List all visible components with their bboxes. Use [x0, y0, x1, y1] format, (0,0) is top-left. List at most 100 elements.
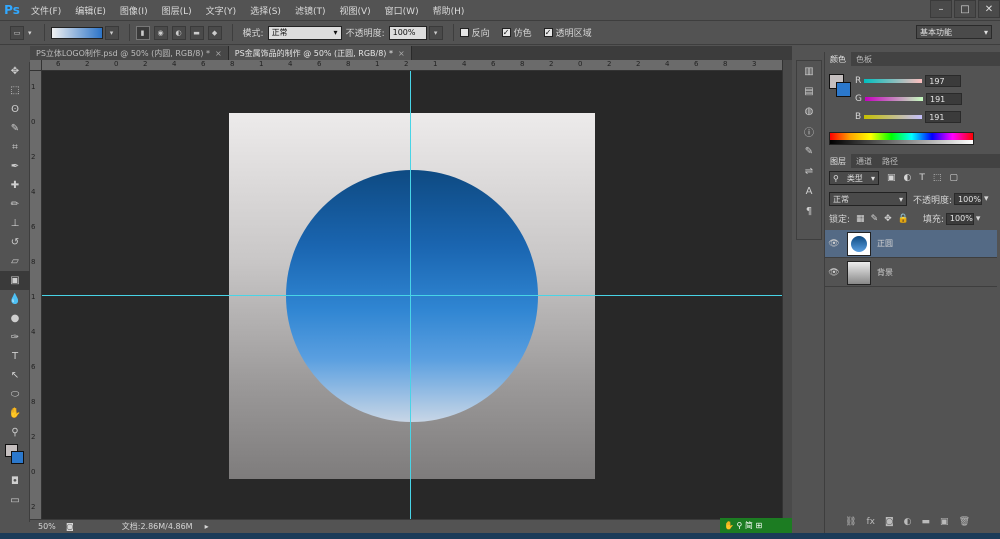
tab-color[interactable]: 颜色 [825, 52, 851, 66]
tab-channels[interactable]: 通道 [851, 154, 877, 168]
fill-input[interactable]: 100% [945, 212, 974, 225]
layer-style-icon[interactable]: fx [866, 517, 875, 527]
tool-preset-icon[interactable]: ▭ [10, 25, 24, 40]
transparency-checkbox[interactable]: ✓ [543, 28, 553, 37]
eraser-tool-icon[interactable]: ▱ [0, 252, 30, 271]
menu-select[interactable]: 选择(S) [243, 4, 288, 17]
adjustment-layer-icon[interactable]: ◐ [904, 517, 912, 527]
type-tool-icon[interactable]: T [0, 347, 30, 366]
background-color-swatch[interactable] [836, 82, 851, 97]
add-mask-icon[interactable]: ◙ [885, 517, 894, 527]
lasso-tool-icon[interactable]: ʘ [0, 100, 30, 119]
type-filter-icon[interactable]: T [919, 173, 925, 183]
quick-mask-icon[interactable]: ◘ [0, 472, 30, 491]
chevron-down-icon[interactable]: ▾ [976, 214, 981, 224]
menu-image[interactable]: 图像(I) [113, 4, 155, 17]
delete-layer-icon[interactable]: 🗑 [959, 517, 970, 527]
menu-edit[interactable]: 编辑(E) [68, 4, 113, 17]
layer-opacity-input[interactable]: 100% [954, 193, 983, 205]
radial-gradient-icon[interactable]: ◉ [153, 25, 168, 40]
lock-transparency-icon[interactable]: ▦ [856, 214, 865, 224]
document-canvas[interactable] [229, 113, 595, 479]
dither-checkbox[interactable]: ✓ [501, 28, 511, 37]
blue-input[interactable]: 191 [925, 111, 962, 123]
tab-logo-document[interactable]: PS立体LOGO制作.psd @ 50% (内圆, RGB/8) * × [30, 46, 229, 60]
blur-tool-icon[interactable]: 💧 [0, 290, 30, 309]
healing-tool-icon[interactable]: ✚ [0, 176, 30, 195]
lock-pixels-icon[interactable]: ✎ [871, 214, 879, 224]
gradient-picker[interactable] [50, 26, 103, 39]
maximize-icon[interactable]: □ [954, 0, 976, 18]
character-panel-icon[interactable]: A [797, 181, 821, 201]
link-layers-icon[interactable]: ⛓ [845, 517, 856, 527]
menu-layer[interactable]: 图层(L) [155, 4, 199, 17]
paragraph-panel-icon[interactable]: ¶ [797, 201, 821, 221]
new-group-icon[interactable]: ▬ [922, 517, 931, 527]
status-info-icon[interactable]: ◙ [66, 522, 74, 531]
menu-filter[interactable]: 滤镜(T) [288, 4, 333, 17]
eye-icon[interactable]: 👁 [825, 239, 843, 249]
chevron-down-icon[interactable]: ▾ [984, 194, 989, 204]
workspace-dropdown[interactable]: 基本功能 ▾ [916, 25, 992, 39]
lock-position-icon[interactable]: ✥ [884, 214, 892, 224]
path-select-tool-icon[interactable]: ↖ [0, 366, 30, 385]
red-input[interactable]: 197 [925, 75, 962, 87]
hand-tool-icon[interactable]: ✋ [0, 404, 30, 423]
tab-metal-document[interactable]: PS金属饰品的制作 @ 50% (正圆, RGB/8) * × [228, 46, 412, 60]
tab-swatches[interactable]: 色板 [851, 52, 877, 66]
eyedropper-tool-icon[interactable]: ✒ [0, 157, 30, 176]
crop-tool-icon[interactable]: ⌗ [0, 138, 30, 157]
minimize-icon[interactable]: – [930, 0, 952, 18]
color-spectrum[interactable] [829, 132, 974, 145]
zoom-tool-icon[interactable]: ⚲ [0, 423, 30, 442]
pen-tool-icon[interactable]: ✑ [0, 328, 30, 347]
reverse-checkbox[interactable] [459, 28, 469, 37]
chevron-down-icon[interactable]: ▾ [28, 29, 32, 37]
smart-object-filter-icon[interactable]: ▢ [949, 173, 958, 183]
reflected-gradient-icon[interactable]: ▬ [189, 25, 204, 40]
linear-gradient-icon[interactable]: ▮ [135, 25, 150, 40]
layer-row[interactable]: 👁 正圆 [825, 230, 997, 258]
brush-tool-icon[interactable]: ✏ [0, 195, 30, 214]
opacity-dropdown-icon[interactable]: ▾ [428, 25, 443, 40]
canvas-area[interactable] [42, 71, 782, 519]
history-brush-icon[interactable]: ↺ [0, 233, 30, 252]
dodge-tool-icon[interactable]: ● [0, 309, 30, 328]
color-swatches[interactable] [0, 442, 30, 472]
close-icon[interactable]: ✕ [978, 0, 1000, 18]
brush-presets-icon[interactable]: ⇌ [797, 161, 821, 181]
layer-row[interactable]: 👁 背景 [825, 259, 997, 287]
menu-file[interactable]: 文件(F) [24, 4, 68, 17]
gradient-dropdown-icon[interactable]: ▾ [104, 25, 119, 40]
brush-panel-icon[interactable]: ✎ [797, 141, 821, 161]
marquee-tool-icon[interactable]: ⬚ [0, 81, 30, 100]
shape-tool-icon[interactable]: ⬭ [0, 385, 30, 404]
zoom-level[interactable]: 50% [38, 522, 66, 531]
screen-mode-icon[interactable]: ▭ [0, 491, 30, 510]
angle-gradient-icon[interactable]: ◐ [171, 25, 186, 40]
menu-window[interactable]: 窗口(W) [378, 4, 426, 17]
move-tool-icon[interactable]: ✥ [0, 62, 30, 81]
gradient-tool-icon[interactable]: ▣ [0, 271, 30, 290]
vertical-ruler[interactable]: 1 0 2 4 6 8 1 4 6 8 2 0 2 [30, 71, 42, 519]
vertical-scrollbar[interactable] [782, 60, 792, 519]
pixel-filter-icon[interactable]: ▣ [887, 173, 896, 183]
layer-filter-dropdown[interactable]: ⚲ 类型 ▾ [829, 171, 879, 185]
stamp-tool-icon[interactable]: ⊥ [0, 214, 30, 233]
menu-help[interactable]: 帮助(H) [426, 4, 472, 17]
red-slider[interactable] [864, 79, 923, 83]
new-layer-icon[interactable]: ▣ [940, 517, 949, 527]
horizontal-ruler[interactable]: 6 2 0 2 4 6 8 1 4 6 8 1 2 1 4 6 8 2 0 2 2 4 6 8 3 [42, 60, 782, 71]
green-input[interactable]: 191 [925, 93, 962, 105]
info-panel-icon[interactable]: ⓘ [797, 121, 821, 141]
menu-type[interactable]: 文字(Y) [199, 4, 244, 17]
blue-slider[interactable] [864, 115, 923, 119]
close-icon[interactable]: × [215, 49, 222, 58]
eye-icon[interactable]: 👁 [825, 268, 843, 278]
hand-icon[interactable]: ✋ ⚲ 简 ⊞ [724, 520, 762, 531]
adjustment-filter-icon[interactable]: ◐ [904, 173, 912, 183]
history-panel-icon[interactable]: ▥ [797, 61, 821, 81]
lock-all-icon[interactable]: 🔒 [898, 214, 909, 224]
tab-layers[interactable]: 图层 [825, 154, 851, 168]
tab-paths[interactable]: 路径 [877, 154, 903, 168]
